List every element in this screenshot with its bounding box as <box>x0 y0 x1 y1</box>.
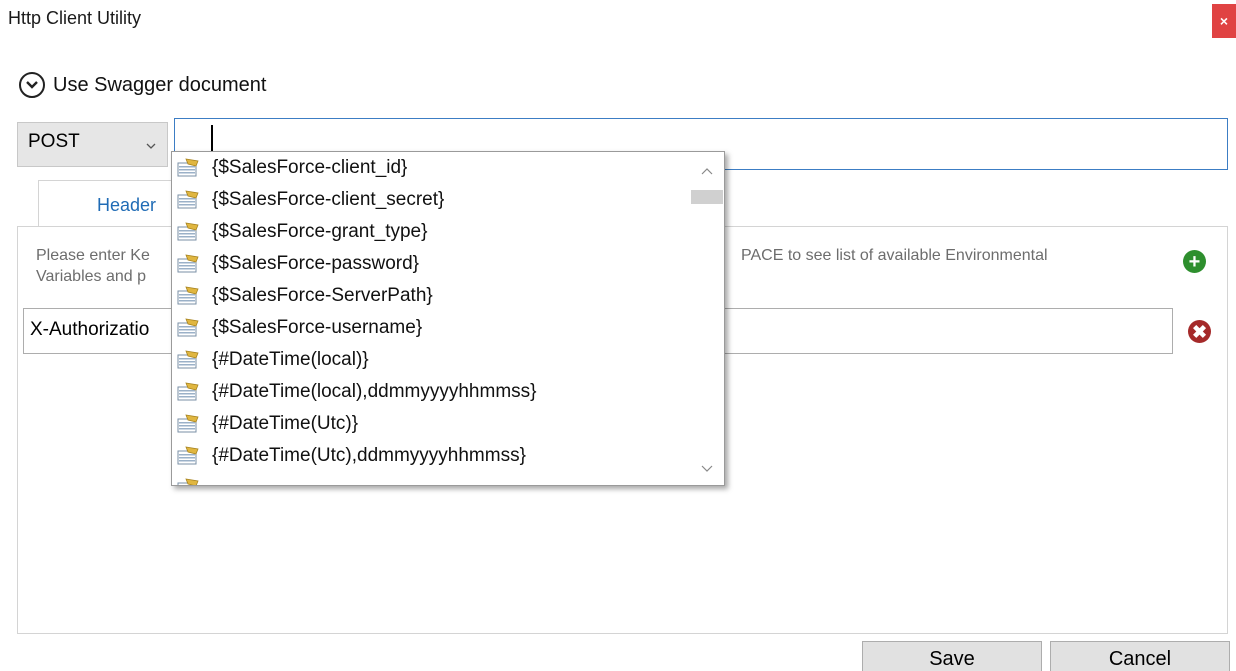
list-item-label: {$SalesForce-password} <box>212 253 419 274</box>
list-item[interactable]: {$SalesForce-username} <box>172 312 692 344</box>
list-item-label: {#DateTime(local),ddmmyyyyhhmmss} <box>212 381 537 402</box>
variable-icon <box>176 350 200 370</box>
list-item[interactable]: {$SalesForce-ServerPath} <box>172 280 692 312</box>
chevron-up-icon[interactable] <box>701 162 713 180</box>
list-item[interactable] <box>172 472 692 485</box>
method-value: POST <box>28 131 80 152</box>
variable-icon <box>176 318 200 338</box>
list-item-label: {#DateTime(local)} <box>212 349 369 370</box>
variable-icon <box>176 158 200 178</box>
list-item-label: {$SalesForce-username} <box>212 317 423 338</box>
chevron-down-icon <box>146 137 156 155</box>
variable-icon <box>176 254 200 274</box>
method-select[interactable]: POST <box>17 122 168 167</box>
chevron-down-icon[interactable] <box>701 460 713 478</box>
list-item[interactable]: {#DateTime(local)} <box>172 344 692 376</box>
header-key-value: X-Authorizatio <box>30 319 150 340</box>
autocomplete-list[interactable]: {$SalesForce-client_id} {$SalesForce-clie… <box>171 151 725 486</box>
list-item[interactable]: {$SalesForce-client_secret} <box>172 184 692 216</box>
close-button[interactable]: × <box>1212 4 1236 38</box>
swagger-toggle[interactable]: Use Swagger document <box>19 72 266 98</box>
window-title: Http Client Utility <box>8 8 142 28</box>
save-button[interactable]: Save <box>862 641 1042 671</box>
list-item[interactable]: {$SalesForce-password} <box>172 248 692 280</box>
hint-line-1: Please enter Ke <box>36 247 150 264</box>
list-item-label: {#DateTime(Utc),ddmmyyyyhhmmss} <box>212 445 526 466</box>
list-item[interactable]: {#DateTime(Utc),ddmmyyyyhhmmss} <box>172 440 692 472</box>
list-item-label: {$SalesForce-grant_type} <box>212 221 428 242</box>
variable-icon <box>176 414 200 434</box>
add-header-button[interactable]: + <box>1183 250 1206 273</box>
list-item-label: {$SalesForce-ServerPath} <box>212 285 433 306</box>
text-caret <box>211 125 213 151</box>
list-item-label: {$SalesForce-client_secret} <box>212 189 445 210</box>
list-item[interactable]: {#DateTime(Utc)} <box>172 408 692 440</box>
tab-header[interactable]: Header <box>38 180 178 228</box>
variable-icon <box>176 222 200 242</box>
remove-header-button[interactable]: ✖ <box>1188 320 1211 343</box>
cancel-button[interactable]: Cancel <box>1050 641 1230 671</box>
list-item-label: {$SalesForce-client_id} <box>212 157 408 178</box>
hint-right-text: PACE to see list of available Environmen… <box>741 247 1048 264</box>
list-item[interactable]: {#DateTime(local),ddmmyyyyhhmmss} <box>172 376 692 408</box>
list-item[interactable]: {$SalesForce-client_id} <box>172 152 692 184</box>
variable-icon <box>176 478 200 485</box>
variable-icon <box>176 190 200 210</box>
scrollbar-thumb[interactable] <box>691 190 723 204</box>
list-item-label: {#DateTime(Utc)} <box>212 413 359 434</box>
scrollbar[interactable] <box>690 152 724 485</box>
chevron-down-icon[interactable] <box>19 72 45 98</box>
variable-icon <box>176 286 200 306</box>
variable-icon <box>176 382 200 402</box>
list-item[interactable]: {$SalesForce-grant_type} <box>172 216 692 248</box>
tab-header-label[interactable]: Header <box>97 195 156 216</box>
variable-icon <box>176 446 200 466</box>
swagger-label[interactable]: Use Swagger document <box>53 74 266 97</box>
